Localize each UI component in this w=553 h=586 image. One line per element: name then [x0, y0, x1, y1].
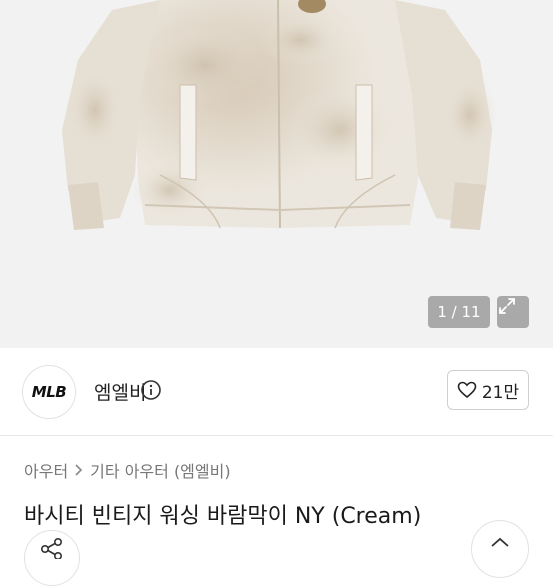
breadcrumb-item-other-outer[interactable]: 기타 아우터 (엠엘비) — [90, 458, 230, 482]
heart-icon — [457, 381, 477, 399]
share-button[interactable] — [24, 530, 80, 586]
product-image-gallery[interactable]: 1 / 11 — [0, 0, 553, 348]
seller-name[interactable]: 엠엘비 — [94, 378, 146, 405]
chevron-right-icon — [75, 464, 83, 476]
like-button[interactable]: 21만 — [447, 370, 529, 410]
seller-bar: MLB 엠엘비 21만 — [0, 348, 553, 436]
like-count: 21만 — [481, 382, 520, 403]
expand-button[interactable] — [497, 296, 529, 328]
expand-icon — [499, 298, 515, 314]
breadcrumb: 아우터 기타 아우터 (엠엘비) — [24, 458, 231, 482]
scroll-top-button[interactable] — [471, 520, 529, 578]
product-title: 바시티 빈티지 워싱 바람막이 NY (Cream) — [24, 504, 422, 529]
image-counter: 1 / 11 — [428, 296, 490, 328]
breadcrumb-item-outer[interactable]: 아우터 — [24, 458, 68, 482]
seller-logo[interactable]: MLB — [22, 365, 76, 419]
chevron-up-icon — [491, 537, 509, 547]
share-icon — [40, 537, 63, 559]
info-icon[interactable] — [140, 379, 162, 401]
seller-logo-text: MLB — [31, 383, 67, 401]
